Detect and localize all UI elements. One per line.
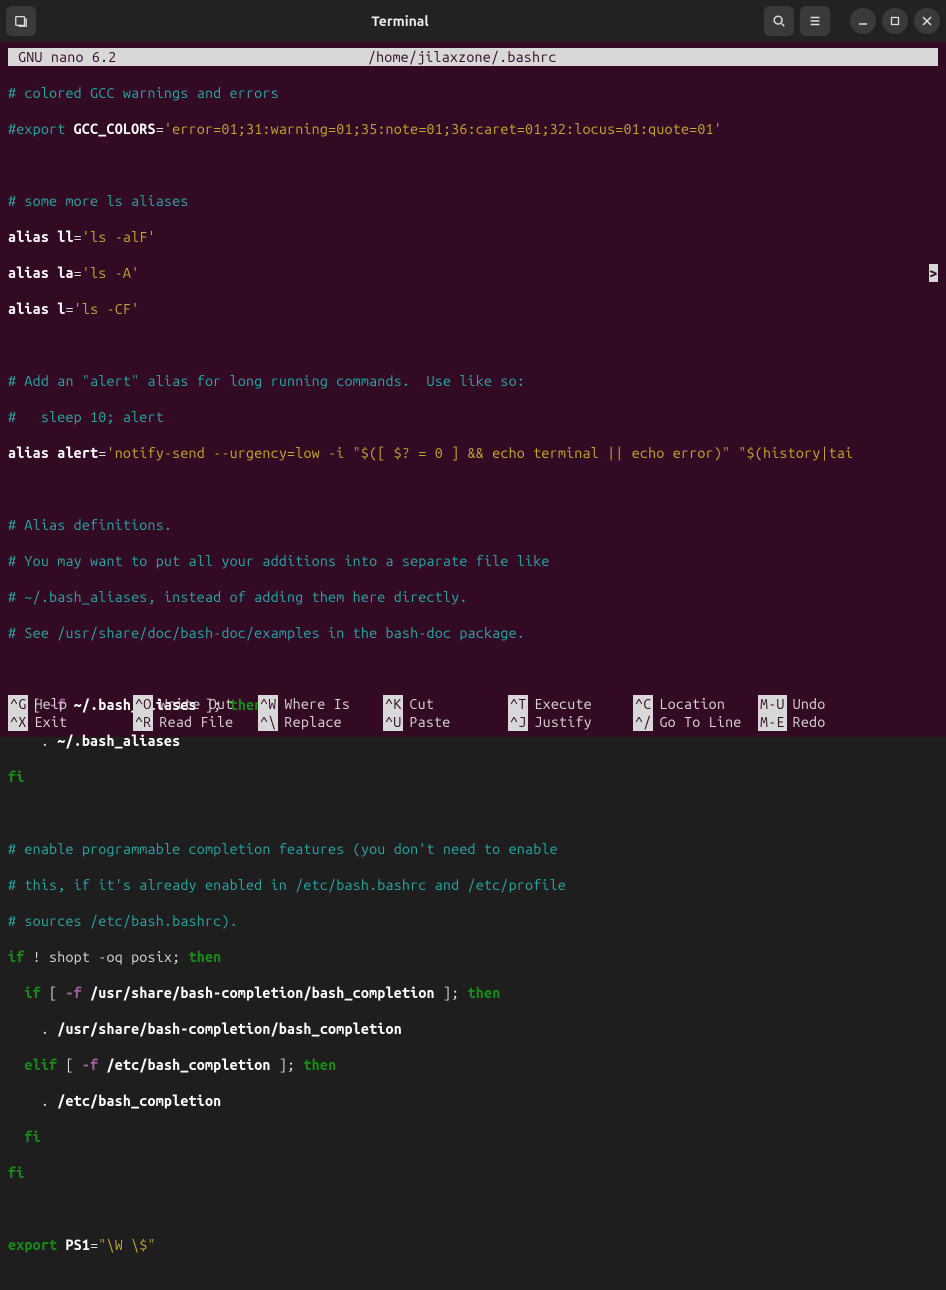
shortcut-execute[interactable]: ^TExecute xyxy=(508,695,633,713)
editor-content[interactable]: # colored GCC warnings and errors #expor… xyxy=(8,66,938,1290)
nano-version: GNU nano 6.2 xyxy=(18,48,116,66)
line-overflow-indicator: > xyxy=(929,264,938,282)
nano-shortcut-bar: ^GHelp ^OWrite Out ^WWhere Is ^KCut ^TEx… xyxy=(8,695,938,731)
shortcut-exit[interactable]: ^XExit xyxy=(8,713,133,731)
shortcut-row-2: ^XExit ^RRead File ^\Replace ^UPaste ^JJ… xyxy=(8,713,938,731)
shortcut-writeout[interactable]: ^OWrite Out xyxy=(133,695,258,713)
window-title: Terminal xyxy=(36,13,764,29)
new-tab-button[interactable] xyxy=(6,6,36,36)
shortcut-undo[interactable]: M-UUndo xyxy=(758,695,838,713)
search-button[interactable] xyxy=(764,6,794,36)
shortcut-location[interactable]: ^CLocation xyxy=(633,695,758,713)
shortcut-whereis[interactable]: ^WWhere Is xyxy=(258,695,383,713)
terminal-area[interactable]: GNU nano 6.2 /home/jilaxzone/.bashrc # c… xyxy=(0,42,946,737)
shortcut-replace[interactable]: ^\Replace xyxy=(258,713,383,731)
shortcut-help[interactable]: ^GHelp xyxy=(8,695,133,713)
hamburger-menu-button[interactable] xyxy=(800,6,830,36)
shortcut-goto[interactable]: ^/Go To Line xyxy=(633,713,758,731)
close-button[interactable] xyxy=(914,8,940,34)
shortcut-readfile[interactable]: ^RRead File xyxy=(133,713,258,731)
nano-titlebar: GNU nano 6.2 /home/jilaxzone/.bashrc xyxy=(8,48,938,66)
shortcut-redo[interactable]: M-ERedo xyxy=(758,713,838,731)
shortcut-row-1: ^GHelp ^OWrite Out ^WWhere Is ^KCut ^TEx… xyxy=(8,695,938,713)
minimize-button[interactable] xyxy=(850,8,876,34)
maximize-button[interactable] xyxy=(882,8,908,34)
shortcut-justify[interactable]: ^JJustify xyxy=(508,713,633,731)
shortcut-paste[interactable]: ^UPaste xyxy=(383,713,508,731)
nano-filepath: /home/jilaxzone/.bashrc xyxy=(116,48,808,66)
shortcut-cut[interactable]: ^KCut xyxy=(383,695,508,713)
window-titlebar: Terminal xyxy=(0,0,946,42)
